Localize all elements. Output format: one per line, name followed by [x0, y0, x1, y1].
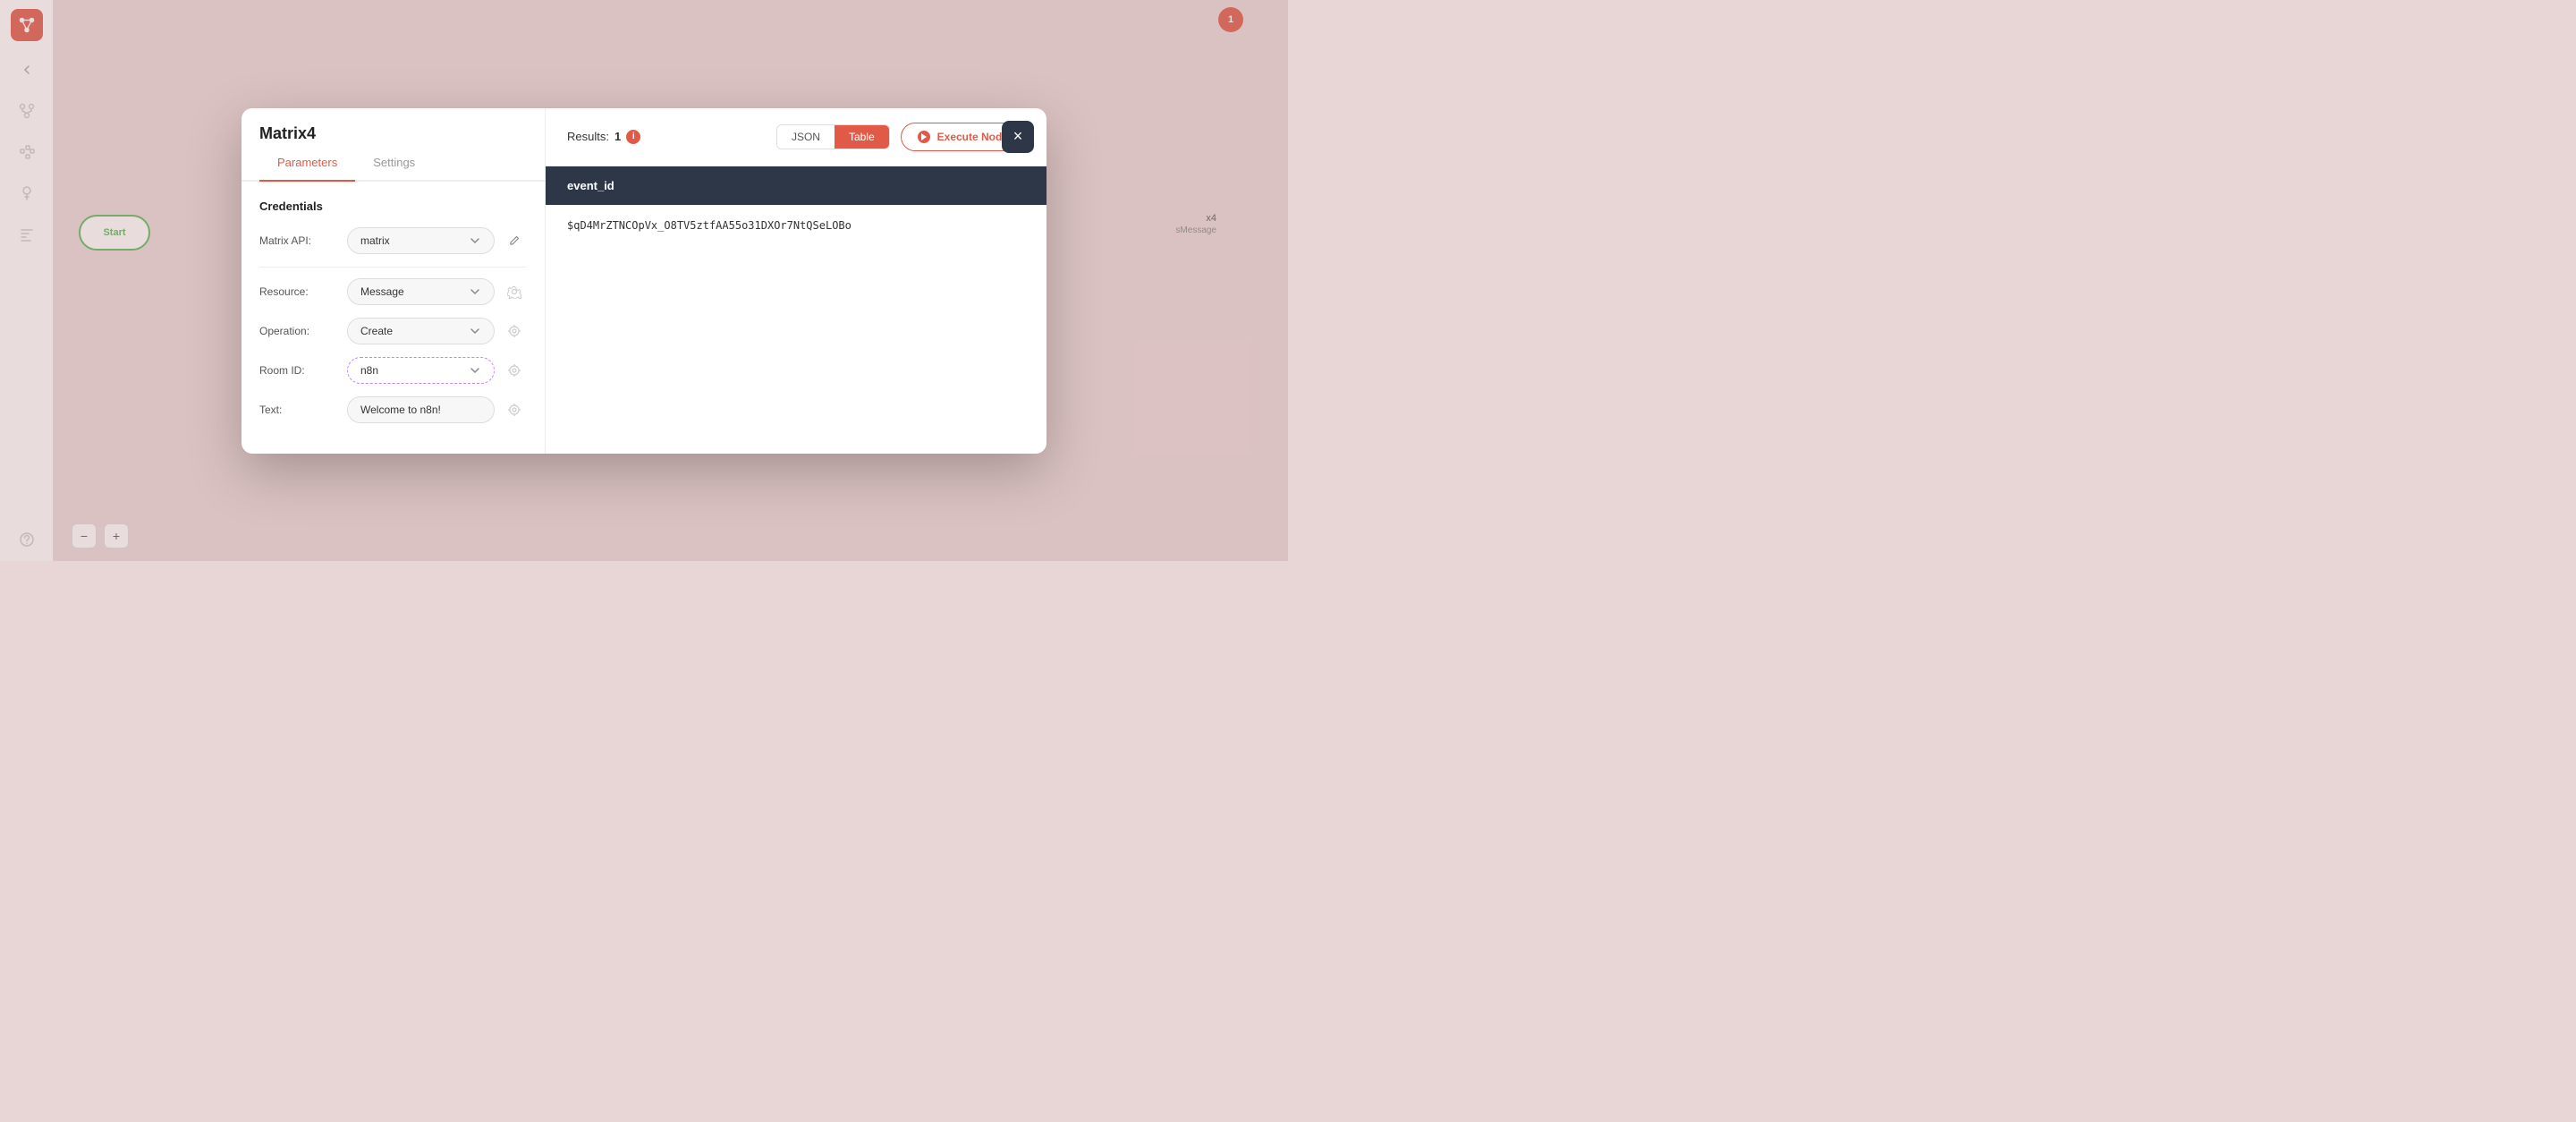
room-id-select[interactable]: n8n: [347, 357, 495, 384]
resource-field-row: Resource: Message: [259, 278, 527, 305]
table-cell-event-id: $qD4MrZTNCOpVx_O8TV5ztfAA55o31DXOr7NtQSe…: [567, 219, 1025, 232]
table-body: $qD4MrZTNCOpVx_O8TV5ztfAA55o31DXOr7NtQSe…: [546, 205, 1046, 454]
operation-label: Operation:: [259, 325, 340, 337]
tab-settings[interactable]: Settings: [355, 143, 433, 182]
play-icon: [918, 131, 930, 143]
text-field-row: Text: Welcome to n8n!: [259, 396, 527, 423]
resource-settings-button[interactable]: [502, 279, 527, 304]
right-panel: Results: 1 i JSON Table Execute Node: [546, 108, 1046, 454]
credentials-section-title: Credentials: [259, 200, 527, 213]
modal-overlay: × Matrix4 Parameters Settings Credential…: [0, 0, 1288, 561]
matrix-api-select[interactable]: matrix: [347, 227, 495, 254]
table-header-row: event_id: [546, 166, 1046, 205]
room-id-field-row: Room ID: n8n: [259, 357, 527, 384]
modal-dialog: × Matrix4 Parameters Settings Credential…: [242, 108, 1046, 454]
left-panel: Matrix4 Parameters Settings Credentials …: [242, 108, 546, 454]
operation-settings-button[interactable]: [502, 319, 527, 344]
text-select[interactable]: Welcome to n8n!: [347, 396, 495, 423]
matrix-api-edit-button[interactable]: [502, 228, 527, 253]
modal-body: Matrix4 Parameters Settings Credentials …: [242, 108, 1046, 454]
left-panel-content: Credentials Matrix API: matrix: [242, 182, 545, 454]
info-icon: i: [626, 130, 640, 144]
results-label: Results: 1 i: [567, 130, 766, 144]
room-id-settings-button[interactable]: [502, 358, 527, 383]
resource-label: Resource:: [259, 285, 340, 298]
right-panel-header: Results: 1 i JSON Table Execute Node: [546, 108, 1046, 166]
operation-field-row: Operation: Create: [259, 318, 527, 344]
divider-1: [259, 267, 527, 268]
room-id-label: Room ID:: [259, 364, 340, 377]
text-settings-button[interactable]: [502, 397, 527, 422]
close-button[interactable]: ×: [1002, 121, 1034, 153]
matrix-api-field-row: Matrix API: matrix: [259, 227, 527, 254]
text-label: Text:: [259, 404, 340, 416]
table-view-button[interactable]: Table: [835, 125, 889, 149]
operation-select[interactable]: Create: [347, 318, 495, 344]
resource-select[interactable]: Message: [347, 278, 495, 305]
view-toggle: JSON Table: [776, 124, 890, 149]
matrix-api-label: Matrix API:: [259, 234, 340, 247]
json-view-button[interactable]: JSON: [777, 125, 835, 149]
tab-parameters[interactable]: Parameters: [259, 143, 355, 182]
modal-tabs: Parameters Settings: [242, 143, 545, 182]
modal-title: Matrix4: [242, 108, 545, 143]
